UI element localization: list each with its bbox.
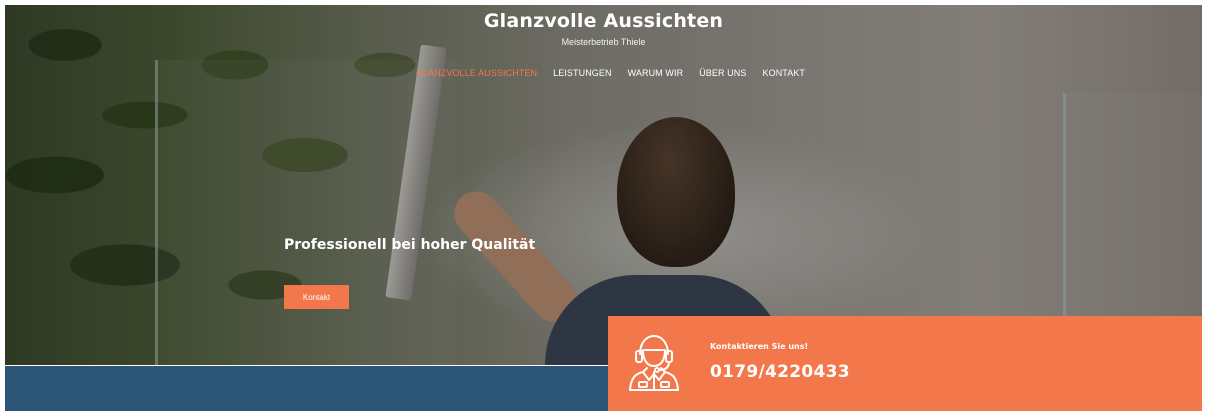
contact-phone-number[interactable]: 0179/4220433 [710,362,850,382]
nav-item-leistungen[interactable]: LEISTUNGEN [553,68,612,78]
hero-heading: Professionell bei hoher Qualität [284,237,536,253]
contact-label: Kontaktieren Sie uns! [710,342,809,351]
hero-background-image [5,5,1202,365]
site-title[interactable]: Glanzvolle Aussichten [0,10,1207,32]
contact-cta-button[interactable]: Kontakt [284,285,349,309]
nav-item-warum-wir[interactable]: WARUM WIR [628,68,684,78]
bottom-blue-band [5,366,608,411]
site-tagline: Meisterbetrieb Thiele [561,37,646,47]
nav-item-ueber-uns[interactable]: ÜBER UNS [699,68,746,78]
nav-item-glanzvolle-aussichten[interactable]: GLANZVOLLE AUSSICHTEN [416,68,537,78]
main-nav: GLANZVOLLE AUSSICHTEN LEISTUNGEN WARUM W… [0,68,1207,78]
nav-item-kontakt[interactable]: KONTAKT [762,68,805,78]
hero-overlay [5,5,1202,365]
support-agent-headset-icon [629,335,679,391]
contact-box: Kontaktieren Sie uns! 0179/4220433 [608,316,1202,411]
